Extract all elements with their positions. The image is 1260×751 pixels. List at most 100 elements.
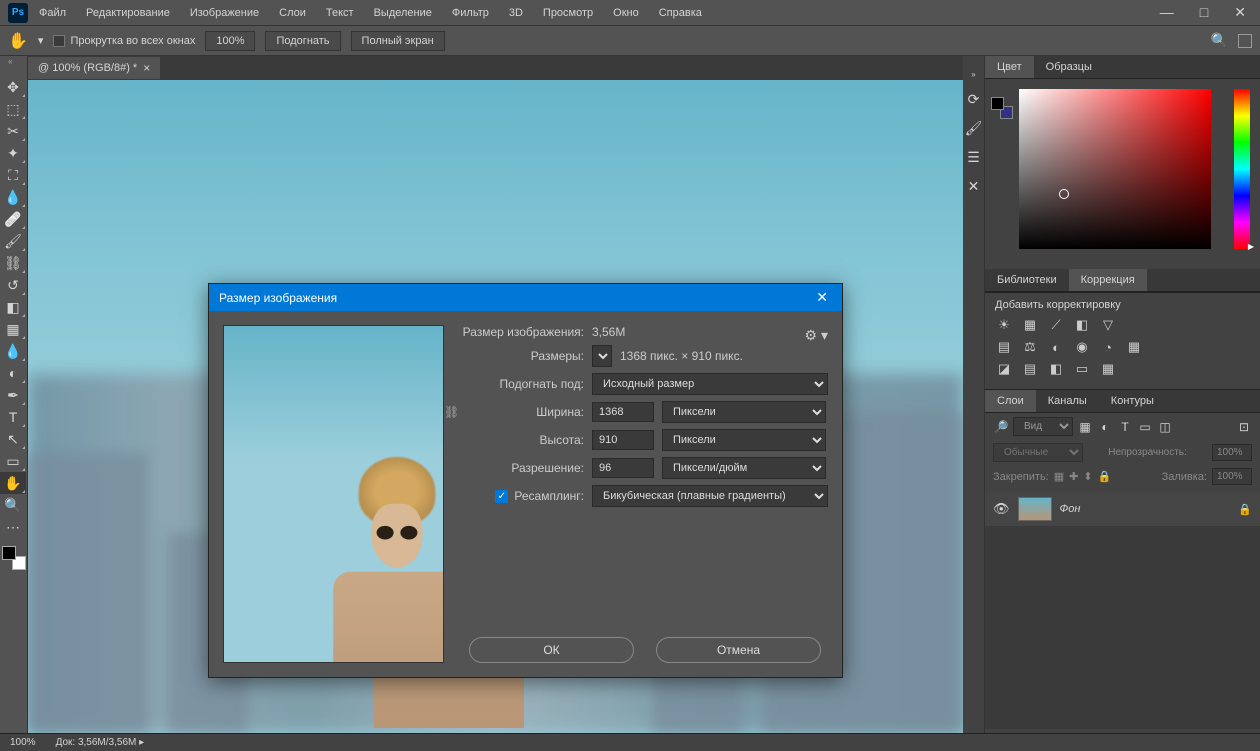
- filter-adjust-icon[interactable]: ◐: [1097, 420, 1113, 434]
- menu-edit[interactable]: Редактирование: [77, 3, 179, 23]
- adjustments-tab[interactable]: Коррекция: [1069, 269, 1147, 291]
- paths-tab[interactable]: Контуры: [1099, 390, 1166, 412]
- fill-input[interactable]: [1212, 468, 1252, 485]
- filter-type-icon[interactable]: T: [1117, 420, 1133, 434]
- close-tab-icon[interactable]: ×: [143, 61, 150, 75]
- menu-window[interactable]: Окно: [604, 3, 648, 23]
- exposure-icon[interactable]: ◧: [1073, 317, 1091, 333]
- dodge-tool[interactable]: ◐: [0, 362, 26, 384]
- history-brush-tool[interactable]: ↺: [0, 274, 26, 296]
- document-tab[interactable]: @ 100% (RGB/8#) * ×: [28, 57, 160, 79]
- width-unit-select[interactable]: Пиксели: [662, 401, 826, 423]
- lasso-tool[interactable]: ✂: [0, 120, 26, 142]
- dialog-close-icon[interactable]: ✕: [812, 289, 832, 306]
- search-icon[interactable]: 🔍: [1211, 32, 1228, 49]
- resolution-unit-select[interactable]: Пиксели/дюйм: [662, 457, 826, 479]
- adjust-icon[interactable]: ✕: [968, 178, 980, 195]
- scroll-all-checkbox[interactable]: [53, 35, 65, 47]
- menu-help[interactable]: Справка: [650, 3, 711, 23]
- zoom-status[interactable]: 100%: [10, 737, 36, 748]
- resample-checkbox[interactable]: ✓: [495, 490, 508, 503]
- marquee-tool[interactable]: ⬚: [0, 98, 26, 120]
- menu-3d[interactable]: 3D: [500, 3, 532, 23]
- layers-tab[interactable]: Слои: [985, 390, 1036, 412]
- gear-icon[interactable]: ⚙ ▾: [805, 327, 828, 344]
- filter-search-icon[interactable]: 🔎: [993, 420, 1009, 434]
- app-logo[interactable]: Ps: [8, 3, 28, 23]
- menu-select[interactable]: Выделение: [365, 3, 441, 23]
- bw-icon[interactable]: ◐: [1047, 339, 1065, 355]
- color-swatches[interactable]: [2, 546, 26, 570]
- layer-row[interactable]: 👁 Фон 🔒: [985, 492, 1260, 526]
- lookup-icon[interactable]: ▦: [1125, 339, 1143, 355]
- filter-toggle[interactable]: ⊡: [1236, 420, 1252, 434]
- hand-tool-icon[interactable]: ✋: [8, 31, 28, 51]
- hue-slider[interactable]: ▶: [1234, 89, 1250, 249]
- brush-tool[interactable]: 🖌: [0, 230, 26, 252]
- doc-info-value[interactable]: 3,56M/3,56M: [78, 737, 136, 748]
- menu-filter[interactable]: Фильтр: [443, 3, 498, 23]
- cancel-button[interactable]: Отмена: [656, 637, 821, 663]
- threshold-icon[interactable]: ◧: [1047, 361, 1065, 377]
- move-tool[interactable]: ✥: [0, 76, 26, 98]
- eraser-tool[interactable]: ◧: [0, 296, 26, 318]
- layer-name[interactable]: Фон: [1060, 503, 1081, 515]
- filter-pixel-icon[interactable]: ▦: [1077, 420, 1093, 434]
- resolution-input[interactable]: [592, 458, 654, 478]
- layer-lock-icon[interactable]: 🔒: [1238, 503, 1252, 516]
- fit-screen-button[interactable]: Подогнать: [265, 31, 340, 51]
- lock-pixels-icon[interactable]: ▦: [1054, 470, 1064, 483]
- filter-shape-icon[interactable]: ▭: [1137, 420, 1153, 434]
- swatches-tab[interactable]: Образцы: [1034, 56, 1104, 78]
- balance-icon[interactable]: ⚖: [1021, 339, 1039, 355]
- eyedropper-tool[interactable]: 💧: [0, 186, 26, 208]
- maximize-icon[interactable]: □: [1194, 2, 1214, 23]
- channels-tab[interactable]: Каналы: [1036, 390, 1099, 412]
- color-picker[interactable]: [1019, 89, 1211, 249]
- ok-button[interactable]: ОК: [469, 637, 634, 663]
- dialog-preview[interactable]: [223, 325, 444, 663]
- layer-thumbnail[interactable]: [1018, 497, 1052, 521]
- magic-wand-tool[interactable]: ✦: [0, 142, 26, 164]
- zoom-tool[interactable]: 🔍: [0, 494, 26, 516]
- libraries-tab[interactable]: Библиотеки: [985, 269, 1069, 291]
- height-unit-select[interactable]: Пиксели: [662, 429, 826, 451]
- filter-kind-select[interactable]: Вид: [1013, 417, 1073, 436]
- edit-toolbar[interactable]: ⋯: [0, 516, 26, 538]
- brightness-icon[interactable]: ☀: [995, 317, 1013, 333]
- brush-panel-icon[interactable]: 🖌: [965, 120, 983, 137]
- menu-file[interactable]: Файл: [30, 3, 75, 23]
- foreground-color[interactable]: [2, 546, 16, 560]
- filter-smart-icon[interactable]: ◫: [1157, 420, 1173, 434]
- visibility-icon[interactable]: 👁: [993, 501, 1010, 517]
- width-input[interactable]: [592, 402, 654, 422]
- height-input[interactable]: [592, 430, 654, 450]
- vibrance-icon[interactable]: ▽: [1099, 317, 1117, 333]
- hand-tool[interactable]: ✋: [0, 472, 26, 494]
- mixer-icon[interactable]: ◔: [1099, 339, 1117, 355]
- stamp-tool[interactable]: ⛓: [0, 252, 26, 274]
- fullscreen-button[interactable]: Полный экран: [351, 31, 445, 51]
- minimize-icon[interactable]: —: [1154, 2, 1180, 23]
- resample-select[interactable]: Бикубическая (плавные градиенты): [592, 485, 828, 507]
- healing-tool[interactable]: 🩹: [0, 208, 26, 230]
- tool-preset-dropdown[interactable]: ▾: [38, 34, 44, 47]
- opacity-input[interactable]: [1212, 444, 1252, 461]
- screen-mode-icon[interactable]: [1238, 34, 1252, 48]
- selective-icon[interactable]: ▦: [1099, 361, 1117, 377]
- dialog-titlebar[interactable]: Размер изображения ✕: [209, 284, 842, 311]
- menu-view[interactable]: Просмотр: [534, 3, 602, 23]
- hue-icon[interactable]: ▤: [995, 339, 1013, 355]
- blend-mode-select[interactable]: Обычные: [993, 443, 1083, 462]
- menu-image[interactable]: Изображение: [181, 3, 268, 23]
- history-icon[interactable]: ⟳: [968, 91, 980, 108]
- link-icon[interactable]: ⛓: [444, 405, 459, 419]
- color-tab[interactable]: Цвет: [985, 56, 1034, 78]
- posterize-icon[interactable]: ▤: [1021, 361, 1039, 377]
- menu-text[interactable]: Текст: [317, 3, 363, 23]
- close-window-icon[interactable]: ✕: [1228, 2, 1252, 23]
- photo-filter-icon[interactable]: ◉: [1073, 339, 1091, 355]
- lock-all-icon[interactable]: 🔒: [1098, 470, 1112, 483]
- lock-position-icon[interactable]: ✚: [1069, 470, 1078, 483]
- type-tool[interactable]: T: [0, 406, 26, 428]
